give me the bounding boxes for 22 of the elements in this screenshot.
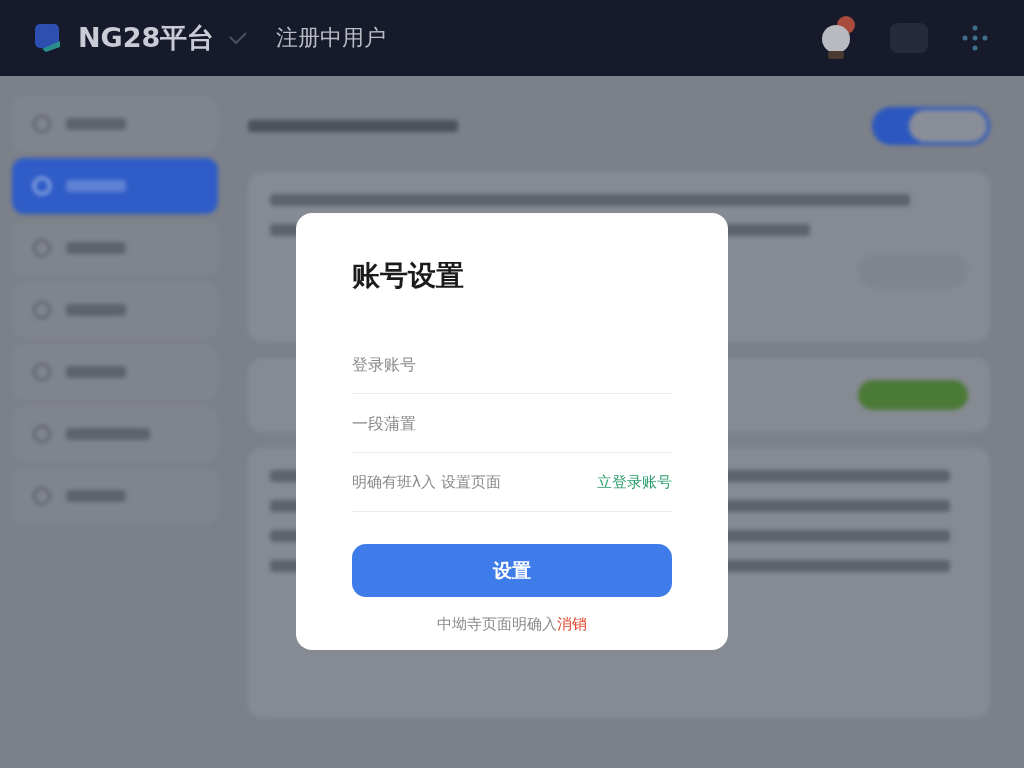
brand-name: NG28平台 <box>78 21 215 55</box>
input-field[interactable]: 一段蒲置 <box>352 394 672 453</box>
login-link[interactable]: 立登录账号 <box>597 472 672 492</box>
blurred-label <box>66 180 126 192</box>
blurred-label <box>66 304 126 316</box>
input-field[interactable]: 登录账号 <box>352 335 672 394</box>
toggle-switch[interactable] <box>872 107 990 145</box>
blurred-label <box>66 242 126 254</box>
nav-icon <box>32 176 52 196</box>
section-title: 注册中用户 <box>276 24 387 52</box>
blurred-label <box>66 366 126 378</box>
apps-icon[interactable] <box>960 23 990 53</box>
sidebar-item[interactable] <box>12 158 218 214</box>
dialog-title: 账号设置 <box>352 258 465 294</box>
footer-text: 中坳寺页面明确入 <box>437 615 557 634</box>
confirm-button[interactable] <box>858 380 968 410</box>
blurred-label <box>66 118 126 130</box>
blurred-label <box>66 490 126 502</box>
cancel-link[interactable]: 消销 <box>557 615 587 634</box>
submit-button[interactable]: 设置 <box>352 544 672 597</box>
check-icon <box>228 31 249 45</box>
hint-text: 明确有班λ入 设置页面 <box>352 472 501 492</box>
